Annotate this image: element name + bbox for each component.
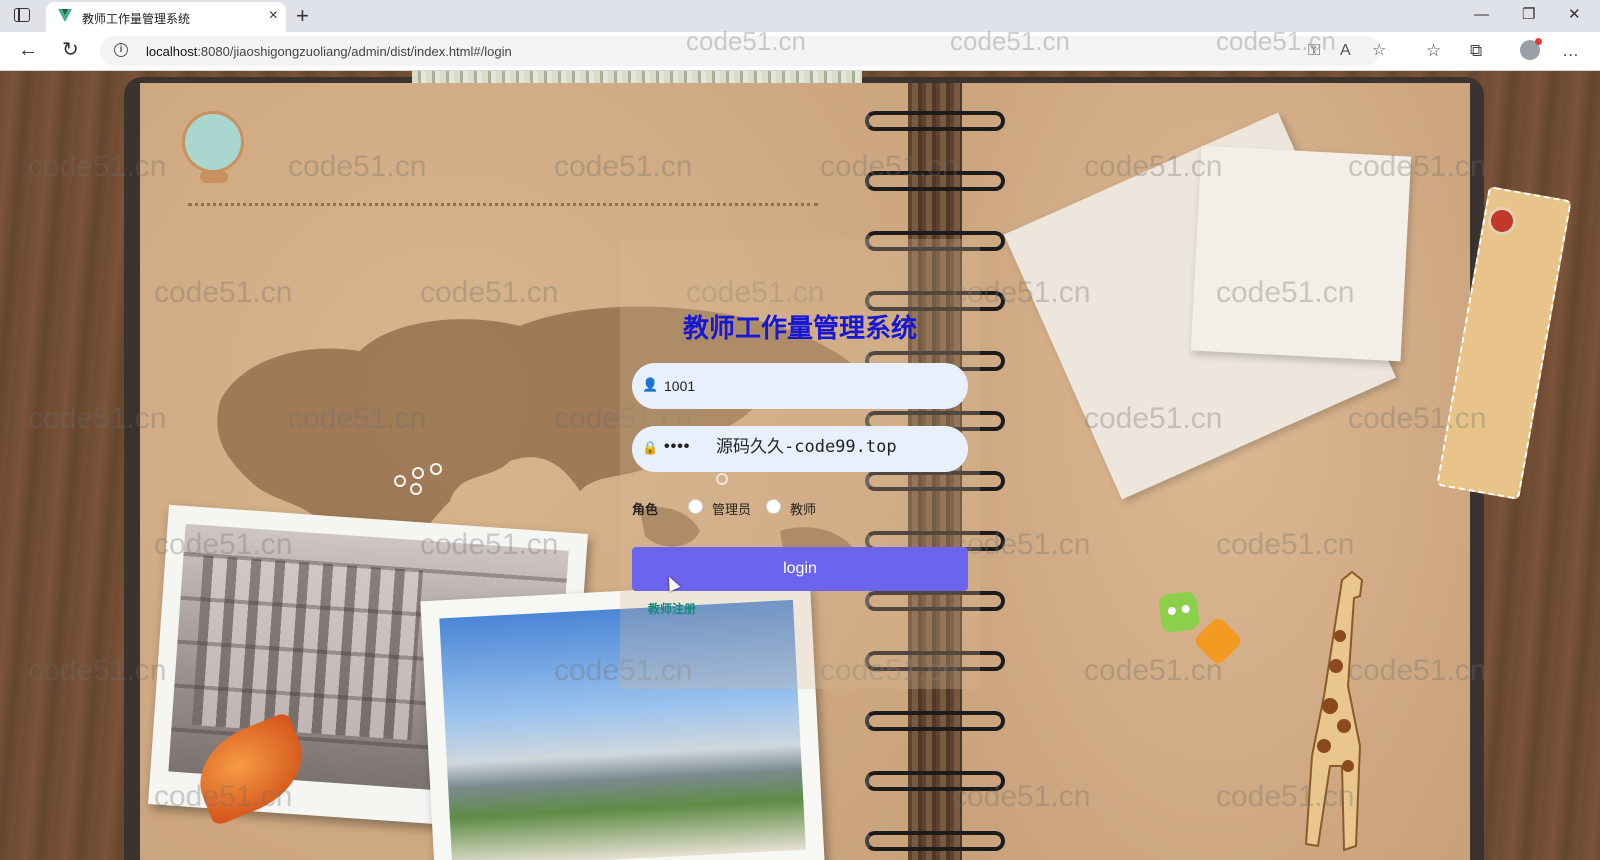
dotted-divider [188, 203, 818, 206]
tab-close-icon[interactable]: × [269, 7, 278, 25]
role-option-teacher[interactable]: 教师 [790, 499, 816, 518]
username-input[interactable] [662, 373, 956, 399]
profile-icon[interactable] [1520, 38, 1542, 60]
vue-favicon-icon [58, 9, 72, 22]
password-input[interactable]: •••• [664, 438, 690, 456]
info-icon[interactable]: i [114, 43, 128, 57]
collections-icon[interactable]: ⧉ [1470, 41, 1482, 61]
role-option-admin[interactable]: 管理员 [712, 499, 751, 518]
browser-tab[interactable]: 教师工作量管理系统 × [46, 2, 286, 32]
lock-icon: 🔒 [642, 440, 659, 455]
new-tab-icon[interactable]: + [296, 4, 309, 28]
more-icon[interactable]: … [1562, 41, 1579, 61]
username-field[interactable]: 👤 [632, 363, 968, 409]
green-dice [1157, 590, 1201, 634]
read-aloud-icon[interactable]: A [1340, 42, 1351, 60]
restore-icon[interactable]: ❐ [1522, 6, 1535, 24]
user-icon: 👤 [642, 377, 659, 392]
address-bar-row: ← ↻ i localhost:8080/jiaoshigongzuoliang… [0, 32, 1600, 71]
reload-icon[interactable]: ↻ [62, 39, 79, 61]
url-field[interactable]: i localhost:8080/jiaoshigongzuoliang/adm… [100, 36, 1386, 66]
globe-stand [200, 171, 228, 183]
login-button[interactable]: login [632, 547, 968, 591]
minimize-icon[interactable]: — [1474, 6, 1489, 24]
spiral-ring [865, 111, 1005, 131]
spiral-ring [865, 171, 1005, 191]
back-arrow-icon[interactable]: ← [18, 39, 38, 61]
role-label: 角色 [632, 502, 659, 517]
teacher-register-link[interactable]: 教师注册 [648, 600, 696, 617]
spiral-ring [865, 771, 1005, 791]
browser-tab-bar: 教师工作量管理系统 × + — ❐ ✕ [0, 0, 1600, 32]
spiral-ring [865, 831, 1005, 851]
password-field[interactable]: 🔒 •••• 源码久久-code99.top [632, 426, 968, 472]
sidebar-toggle-icon[interactable] [14, 8, 30, 22]
role-radio-admin[interactable] [688, 499, 703, 514]
role-radio-teacher[interactable] [766, 499, 781, 514]
favorites-icon[interactable]: ☆ [1426, 41, 1441, 61]
giraffe-illustration [1304, 570, 1364, 852]
spiral-ring [865, 711, 1005, 731]
page-title: 教师工作量管理系统 [682, 313, 917, 343]
tab-title: 教师工作量管理系统 [82, 12, 191, 26]
add-favorite-icon[interactable]: ☆ [1372, 42, 1386, 60]
tag-hole [1488, 207, 1516, 235]
window-close-icon[interactable]: ✕ [1568, 6, 1581, 24]
globe-icon [182, 111, 244, 173]
url-text: localhost:8080/jiaoshigongzuoliang/admin… [146, 44, 512, 59]
key-icon[interactable]: ⚿ [1308, 42, 1320, 60]
password-overlay-text: 源码久久-code99.top [716, 437, 897, 457]
paper-note [1190, 145, 1412, 362]
